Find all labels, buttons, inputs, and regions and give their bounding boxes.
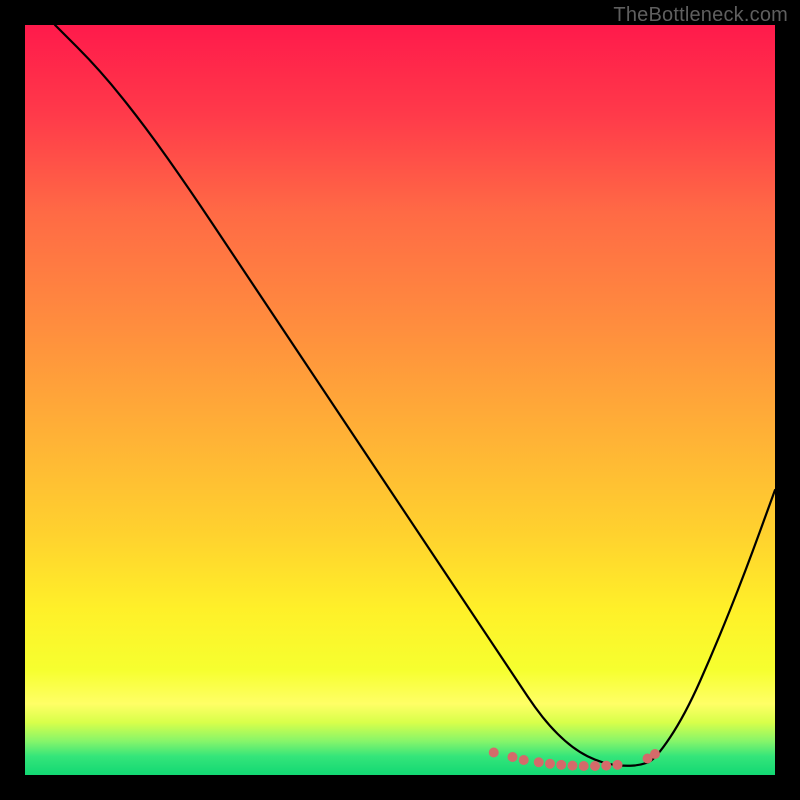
marker-dot xyxy=(613,760,623,770)
chart-stage: TheBottleneck.com xyxy=(0,0,800,800)
marker-dot xyxy=(601,761,611,771)
chart-plot-area xyxy=(25,25,775,775)
marker-dot xyxy=(568,761,578,771)
marker-dot xyxy=(556,760,566,770)
marker-dot xyxy=(534,757,544,767)
marker-dot xyxy=(590,761,600,771)
marker-dot xyxy=(650,749,660,759)
marker-dot xyxy=(489,748,499,758)
marker-dot xyxy=(579,761,589,771)
marker-dot xyxy=(519,755,529,765)
chart-svg xyxy=(25,25,775,775)
watermark-text: TheBottleneck.com xyxy=(613,4,788,27)
chart-background xyxy=(25,25,775,775)
marker-dot xyxy=(545,759,555,769)
marker-dot xyxy=(508,752,518,762)
